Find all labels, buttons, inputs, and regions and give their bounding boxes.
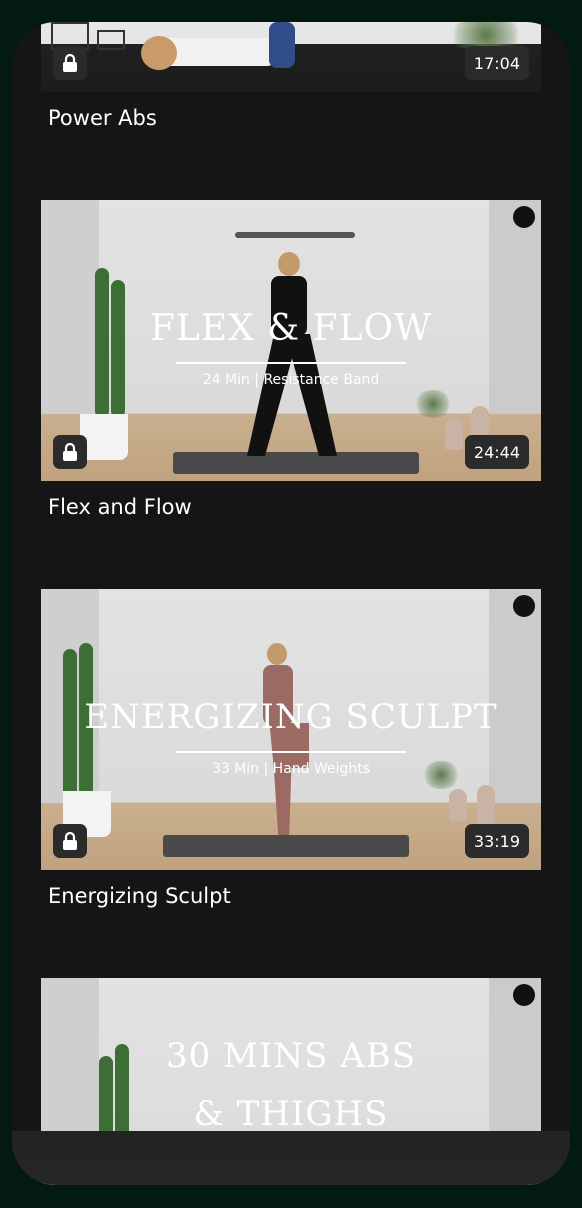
brand-logo-icon [513,206,535,228]
plant-decor [413,390,453,418]
phone-screen: 17:04 Power Abs FLEX & FLOW 24 Min | Res… [12,22,570,1185]
brand-logo-icon [513,595,535,617]
vase-decor [477,785,495,825]
workout-thumbnail[interactable]: 17:04 [41,22,541,92]
person-legs [247,334,337,456]
cactus-decor [111,280,125,418]
thumbnail-overlay-title: FLEX & FLOW [149,308,433,349]
duration-badge: 17:04 [464,46,529,80]
yoga-mat [173,452,419,474]
workout-thumbnail[interactable]: ENERGIZING SCULPT 33 Min | Hand Weights … [41,589,541,870]
person-legs [269,22,295,68]
workout-card-energizing-sculpt[interactable]: ENERGIZING SCULPT 33 Min | Hand Weights … [41,589,541,908]
thumbnail-overlay-subtitle: 33 Min | Hand Weights [211,761,371,777]
thumbnail-overlay-title: ENERGIZING SCULPT [84,697,498,737]
workout-thumbnail[interactable]: FLEX & FLOW 24 Min | Resistance Band 24:… [41,200,541,481]
duration-badge: 24:44 [464,435,529,469]
person-head [278,252,300,276]
lock-badge [53,46,87,80]
lock-badge [53,435,87,469]
workout-title[interactable]: Power Abs [48,106,541,130]
overlay-divider [176,362,406,364]
yoga-mat [163,835,409,857]
overlay-divider [176,751,406,753]
lock-icon [63,54,77,72]
thumbnail-overlay-title-line2: & THIGHS [193,1094,389,1134]
duration-badge: 33:19 [464,824,529,858]
workout-card-power-abs[interactable]: 17:04 Power Abs [41,22,541,130]
workout-card-flex-and-flow[interactable]: FLEX & FLOW 24 Min | Resistance Band 24:… [41,200,541,519]
frame-decor [97,30,125,50]
vase-decor [449,789,467,821]
vase-decor [445,418,463,450]
person-legs [269,723,309,835]
workout-title[interactable]: Flex and Flow [48,495,541,519]
bottom-tab-bar [12,1131,570,1185]
plant-pot [80,414,128,460]
resistance-band [235,232,355,238]
thumbnail-overlay-subtitle: 24 Min | Resistance Band [202,372,380,388]
lock-icon [63,832,77,850]
brand-logo-icon [513,984,535,1006]
workout-title[interactable]: Energizing Sculpt [48,884,541,908]
lock-icon [63,443,77,461]
person-head [141,36,177,70]
thumbnail-overlay-title-line1: 30 MINS ABS [166,1036,416,1076]
person-head [267,643,287,665]
lock-badge [53,824,87,858]
